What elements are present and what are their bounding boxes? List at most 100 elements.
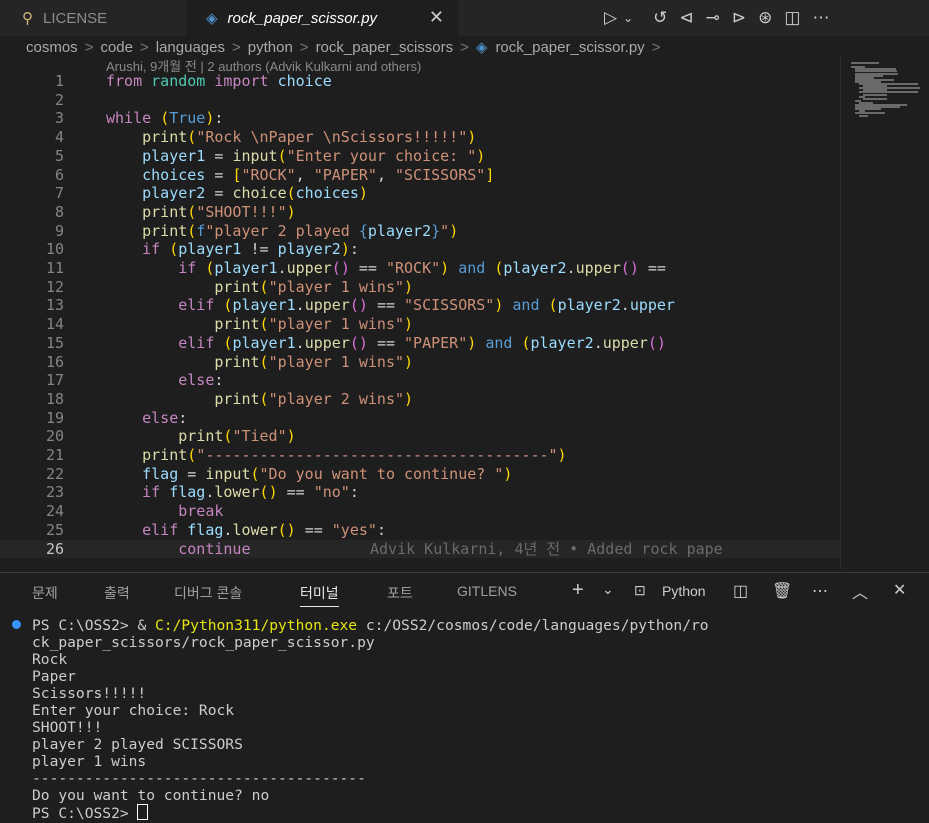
terminal-shell-label[interactable]: Python [662, 583, 706, 599]
code-line[interactable]: 17 else: [0, 371, 840, 390]
code-line[interactable]: 26 continue Advik Kulkarni, 4년 전 • Added … [0, 539, 840, 559]
code-text: print("SHOOT!!!") [142, 202, 296, 221]
breadcrumb-item[interactable]: code [100, 39, 133, 56]
code-text: elif (player1.upper() == "PAPER") and (p… [178, 333, 666, 352]
line-number: 7 [54, 184, 64, 203]
run-icon[interactable]: ▷ [604, 8, 617, 28]
code-text: player1 = input("Enter your choice: ") [142, 146, 486, 165]
code-line[interactable]: 14 print("player 1 wins") [0, 315, 840, 334]
code-line[interactable]: 5 player1 = input("Enter your choice: ") [0, 147, 840, 166]
panel-tab-ports[interactable]: 포트 [387, 583, 413, 603]
breadcrumb-item[interactable]: python [248, 39, 293, 56]
chevron-right-icon: > [139, 38, 149, 56]
tab-license-label: LICENSE [43, 9, 108, 27]
code-line[interactable]: 7 player2 = choice(choices) [0, 184, 840, 203]
tab-license[interactable]: ⚲ LICENSE [0, 0, 186, 36]
code-editor[interactable]: Arushi, 9개월 전 | 2 authors (Advik Kulkarn… [0, 56, 840, 570]
split-editor-icon[interactable]: ◫ [784, 8, 800, 28]
terminal-shell-icon: ⊡ [634, 582, 646, 598]
breadcrumb-item[interactable]: rock_paper_scissor.py [495, 39, 644, 56]
panel-tab-output[interactable]: 출력 [104, 583, 130, 603]
panel-tab-terminal[interactable]: 터미널 [300, 583, 339, 607]
terminal-line: PS C:\OSS2> & C:/Python311/python.exe c:… [32, 617, 709, 634]
tab-rps-label: rock_paper_scissor.py [227, 9, 378, 27]
breadcrumb: cosmos > code > languages > python > rock_pa… [0, 36, 929, 58]
code-line[interactable]: 24 break [0, 502, 840, 521]
code-line[interactable]: 15 elif (player1.upper() == "PAPER") and… [0, 334, 840, 353]
panel-tab-problems[interactable]: 문제 [32, 583, 58, 603]
line-number: 18 [45, 389, 64, 408]
minimap-line [863, 93, 888, 96]
line-number: 26 [45, 539, 64, 558]
code-line[interactable]: 12 print("player 1 wins") [0, 278, 840, 297]
code-line[interactable]: 11 if (player1.upper() == "ROCK") and (p… [0, 259, 840, 278]
code-line[interactable]: 22 flag = input("Do you want to continue… [0, 465, 840, 484]
maximize-panel-icon[interactable]: ︿ [852, 579, 868, 603]
inline-blame: Advik Kulkarni, 4년 전 • Added rock pape [370, 539, 723, 558]
code-text: break [178, 502, 224, 521]
code-line[interactable]: 21 print("------------------------------… [0, 446, 840, 465]
code-text: print("player 1 wins") [214, 352, 414, 371]
chevron-down-icon[interactable]: ⌄ [623, 11, 633, 25]
gitlens-icon[interactable]: ⊛ [758, 8, 772, 28]
python-file-icon: ◈ [206, 10, 218, 27]
tab-rock-paper-scissor[interactable]: ◈ rock_paper_scissor.py ✕ [186, 0, 458, 36]
code-line[interactable]: 4 print("Rock \nPaper \nScissors!!!!!") [0, 128, 840, 147]
code-line[interactable]: 8 print("SHOOT!!!") [0, 203, 840, 222]
breadcrumb-item[interactable]: languages [156, 39, 225, 56]
terminal-line: SHOOT!!! [32, 719, 103, 736]
more-actions-icon[interactable]: ⋯ [812, 8, 829, 28]
history-icon[interactable]: ↺ [653, 8, 667, 28]
split-terminal-icon[interactable]: ◫ [733, 581, 748, 601]
code-line[interactable]: 18 print("player 2 wins") [0, 390, 840, 409]
chevron-down-icon[interactable]: ⌄ [602, 581, 614, 598]
code-text: elif (player1.upper() == "SCISSORS") and… [178, 296, 675, 315]
line-number: 6 [54, 165, 64, 184]
breadcrumb-item[interactable]: rock_paper_scissors [316, 39, 454, 56]
line-number: 8 [54, 202, 64, 221]
breadcrumb-item[interactable]: cosmos [26, 39, 78, 56]
code-text: if (player1.upper() == "ROCK") and (play… [178, 259, 666, 277]
code-line[interactable]: 9 print(f"player 2 played {player2}") [0, 222, 840, 241]
next-change-icon[interactable]: ⊳ [732, 8, 746, 28]
line-number: 11 [45, 259, 64, 277]
terminal-prompt: PS C:\OSS2> [32, 805, 138, 822]
terminal-line: -------------------------------------- [32, 770, 366, 787]
terminal-line: PS C:\OSS2> [32, 804, 149, 822]
new-terminal-icon[interactable]: + [572, 579, 584, 602]
git-commit-icon[interactable]: ⊸ [706, 8, 720, 28]
code-line[interactable]: 13 elif (player1.upper() == "SCISSORS") … [0, 296, 840, 315]
code-line[interactable]: 10 if (player1 != player2): [0, 240, 840, 259]
terminal-line: Paper [32, 668, 76, 685]
close-tab-icon[interactable]: ✕ [429, 7, 444, 28]
minimap-line [863, 97, 888, 100]
more-actions-icon[interactable]: ⋯ [812, 581, 828, 601]
chevron-right-icon: > [84, 38, 94, 56]
chevron-right-icon: > [299, 38, 309, 56]
line-number: 5 [54, 146, 64, 165]
minimap[interactable] [840, 56, 929, 570]
code-line[interactable]: 3 while (True): [0, 109, 840, 128]
line-number: 19 [45, 408, 64, 427]
panel-tab-debug-console[interactable]: 디버그 콘솔 [174, 583, 242, 603]
previous-change-icon[interactable]: ⊲ [679, 8, 693, 28]
line-number: 25 [45, 520, 64, 539]
code-line[interactable]: 25 elif flag.lower() == "yes": [0, 521, 840, 540]
code-text: else: [142, 408, 188, 427]
terminal-line: Do you want to continue? no [32, 787, 270, 804]
code-line[interactable]: 19 else: [0, 409, 840, 428]
code-text: flag = input("Do you want to continue? "… [142, 464, 513, 483]
code-line[interactable]: 6 choices = ["ROCK", "PAPER", "SCISSORS"… [0, 166, 840, 185]
code-text: if flag.lower() == "no": [142, 483, 359, 502]
trash-icon[interactable]: 🗑 [772, 581, 792, 601]
line-number: 20 [45, 427, 64, 446]
code-line[interactable]: 16 print("player 1 wins") [0, 353, 840, 372]
code-line[interactable]: 23 if flag.lower() == "no": [0, 483, 840, 502]
close-panel-icon[interactable]: ✕ [893, 580, 906, 600]
panel-tab-gitlens[interactable]: GITLENS [457, 583, 517, 599]
code-line[interactable]: 1 from random import choice [0, 72, 840, 91]
code-line[interactable]: 2 [0, 91, 840, 110]
terminal-cursor [137, 804, 149, 820]
editor-tab-bar: ⚲ LICENSE ◈ rock_paper_scissor.py ✕ ▷ ⌄ … [0, 0, 929, 36]
code-line[interactable]: 20 print("Tied") [0, 427, 840, 446]
